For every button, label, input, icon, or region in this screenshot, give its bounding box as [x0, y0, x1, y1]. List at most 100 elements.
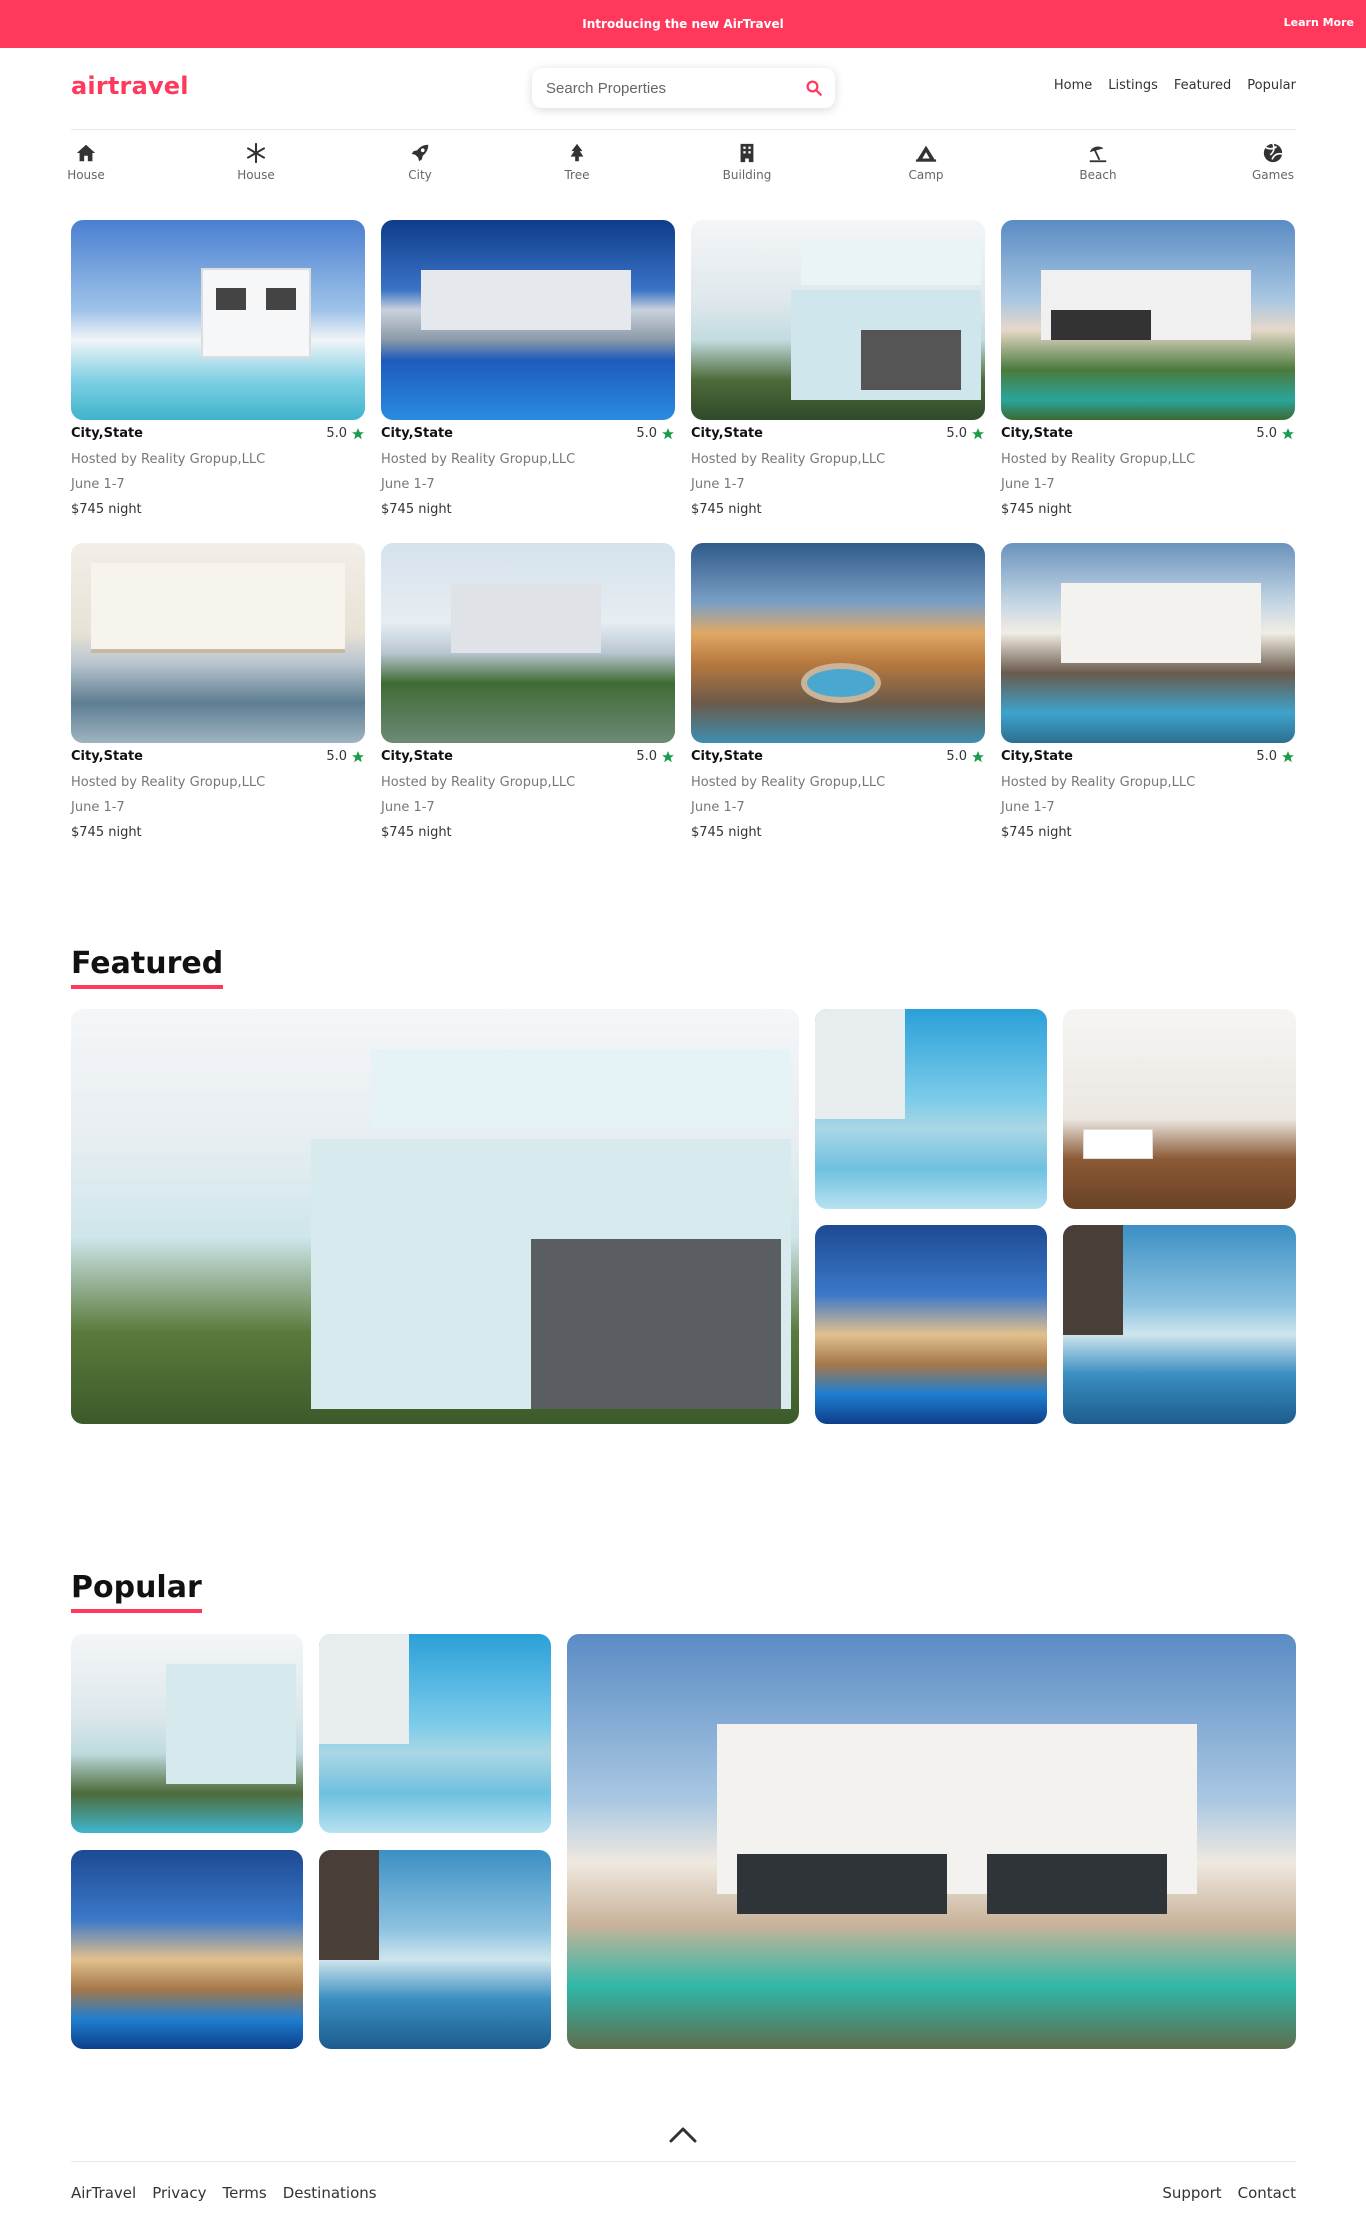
- nav-popular[interactable]: Popular: [1247, 78, 1296, 93]
- star-icon: [1282, 750, 1294, 762]
- popular-image[interactable]: [71, 1634, 303, 1833]
- star-icon: [972, 427, 984, 439]
- listing-dates: June 1-7: [1001, 477, 1055, 492]
- category-label: City: [408, 168, 432, 182]
- search-icon[interactable]: [805, 79, 823, 97]
- category-bar: House House City Tree Building Camp Beac…: [67, 142, 1296, 190]
- listing-image[interactable]: [381, 543, 675, 743]
- listing-dates: June 1-7: [691, 800, 745, 815]
- search-input[interactable]: [546, 79, 786, 97]
- umbrella-beach-icon: [1089, 146, 1107, 163]
- listing-title: City,State: [381, 749, 453, 764]
- featured-image[interactable]: [1063, 1225, 1296, 1424]
- category-beach[interactable]: Beach: [1068, 142, 1128, 182]
- building-icon: [740, 143, 754, 163]
- listing-image[interactable]: [381, 220, 675, 420]
- featured-main-image[interactable]: [71, 1009, 799, 1424]
- listing-title: City,State: [1001, 749, 1073, 764]
- listing-image[interactable]: [71, 543, 365, 743]
- category-camp[interactable]: Camp: [896, 142, 956, 182]
- logo[interactable]: airtravel: [71, 72, 189, 100]
- featured-image[interactable]: [815, 1225, 1047, 1424]
- listing-image[interactable]: [691, 220, 985, 420]
- listing-host: Hosted by Reality Gropup,LLC: [71, 775, 266, 790]
- listing-image[interactable]: [691, 543, 985, 743]
- rating-value: 5.0: [636, 426, 657, 441]
- listing-rating: 5.0: [326, 749, 365, 764]
- featured-heading: Featured: [71, 946, 224, 989]
- rating-value: 5.0: [326, 749, 347, 764]
- featured-image[interactable]: [815, 1009, 1047, 1209]
- category-house[interactable]: House: [56, 142, 116, 182]
- listing-host: Hosted by Reality Gropup,LLC: [1001, 452, 1196, 467]
- listing-dates: June 1-7: [381, 477, 435, 492]
- rating-value: 5.0: [1256, 749, 1277, 764]
- campground-icon: [915, 145, 937, 162]
- listing-rating: 5.0: [636, 749, 675, 764]
- listing-card[interactable]: City,State 5.0 Hosted by Reality Gropup,…: [691, 220, 985, 517]
- listing-card[interactable]: City,State 5.0 Hosted by Reality Gropup,…: [71, 220, 365, 517]
- category-label: House: [67, 168, 105, 182]
- listing-host: Hosted by Reality Gropup,LLC: [691, 775, 886, 790]
- announcement-banner: Introducing the new AirTravel Learn More: [0, 0, 1366, 48]
- star-icon: [1282, 427, 1294, 439]
- popular-image[interactable]: [71, 1850, 303, 2049]
- search-bar[interactable]: [532, 68, 835, 108]
- star-icon: [352, 427, 364, 439]
- nav-featured[interactable]: Featured: [1174, 78, 1231, 93]
- footer-link-contact[interactable]: Contact: [1238, 2184, 1296, 2202]
- category-games[interactable]: Games: [1243, 142, 1303, 182]
- listing-card[interactable]: City,State 5.0 Hosted by Reality Gropup,…: [691, 543, 985, 840]
- listing-image[interactable]: [1001, 220, 1295, 420]
- category-label: Beach: [1079, 168, 1117, 182]
- listing-image[interactable]: [71, 220, 365, 420]
- listing-card[interactable]: City,State 5.0 Hosted by Reality Gropup,…: [381, 543, 675, 840]
- listing-image[interactable]: [1001, 543, 1295, 743]
- listing-card[interactable]: City,State 5.0 Hosted by Reality Gropup,…: [71, 543, 365, 840]
- nav-home[interactable]: Home: [1054, 78, 1092, 93]
- listing-dates: June 1-7: [381, 800, 435, 815]
- nav-listings[interactable]: Listings: [1108, 78, 1158, 93]
- listing-host: Hosted by Reality Gropup,LLC: [71, 452, 266, 467]
- chevron-up-icon[interactable]: [668, 2124, 698, 2144]
- listing-host: Hosted by Reality Gropup,LLC: [381, 452, 576, 467]
- learn-more-link[interactable]: Learn More: [1284, 16, 1354, 29]
- main-nav: Home Listings Featured Popular: [1054, 78, 1296, 93]
- listing-title: City,State: [691, 426, 763, 441]
- footer-link-airtravel[interactable]: AirTravel: [71, 2184, 136, 2202]
- category-house-2[interactable]: House: [226, 142, 286, 182]
- listing-dates: June 1-7: [1001, 800, 1055, 815]
- listing-price: $745 night: [71, 825, 142, 840]
- star-icon: [662, 427, 674, 439]
- listing-rating: 5.0: [946, 749, 985, 764]
- listing-title: City,State: [71, 426, 143, 441]
- listing-title: City,State: [71, 749, 143, 764]
- listing-card[interactable]: City,State 5.0 Hosted by Reality Gropup,…: [1001, 220, 1295, 517]
- home-icon: [76, 144, 96, 162]
- footer-link-support[interactable]: Support: [1162, 2184, 1221, 2202]
- popular-image[interactable]: [319, 1634, 551, 1833]
- listing-dates: June 1-7: [691, 477, 745, 492]
- category-city[interactable]: City: [390, 142, 450, 182]
- category-tree[interactable]: Tree: [547, 142, 607, 182]
- popular-image[interactable]: [319, 1850, 551, 2049]
- banner-text: Introducing the new AirTravel: [582, 17, 784, 31]
- featured-image[interactable]: [1063, 1009, 1296, 1209]
- listing-title: City,State: [691, 749, 763, 764]
- listing-title: City,State: [1001, 426, 1073, 441]
- volleyball-icon: [1263, 143, 1283, 163]
- footer-link-privacy[interactable]: Privacy: [152, 2184, 206, 2202]
- footer-link-terms[interactable]: Terms: [223, 2184, 267, 2202]
- rating-value: 5.0: [326, 426, 347, 441]
- category-label: House: [237, 168, 275, 182]
- listing-price: $745 night: [381, 502, 452, 517]
- listing-card[interactable]: City,State 5.0 Hosted by Reality Gropup,…: [381, 220, 675, 517]
- category-building[interactable]: Building: [717, 142, 777, 182]
- listing-price: $745 night: [1001, 825, 1072, 840]
- star-icon: [972, 750, 984, 762]
- listing-host: Hosted by Reality Gropup,LLC: [381, 775, 576, 790]
- footer-link-destinations[interactable]: Destinations: [283, 2184, 377, 2202]
- listing-rating: 5.0: [326, 426, 365, 441]
- listing-card[interactable]: City,State 5.0 Hosted by Reality Gropup,…: [1001, 543, 1295, 840]
- popular-main-image[interactable]: [567, 1634, 1296, 2049]
